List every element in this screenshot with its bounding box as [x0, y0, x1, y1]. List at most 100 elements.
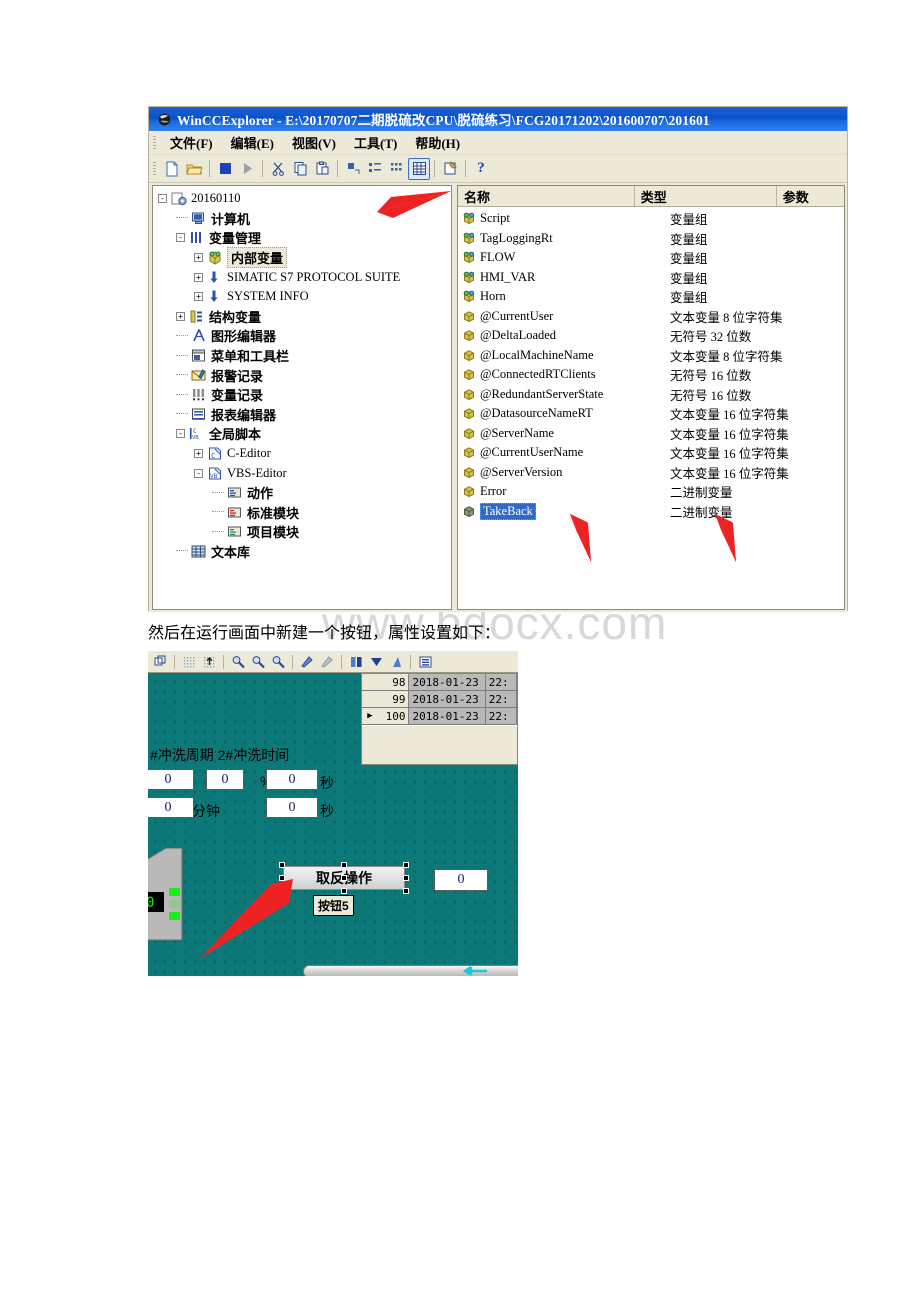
grid-row[interactable]: ▶ 100 2018-01-23 22: — [362, 708, 517, 725]
tree-item-simatic-s7-protocol-suite[interactable]: + SIMATIC S7 PROTOCOL SUITE — [158, 267, 451, 287]
tree-item-20160110[interactable]: - 20160110 — [158, 189, 451, 209]
tree-item--[interactable]: 菜单和工具栏 — [158, 346, 451, 366]
expand-toggle-icon[interactable]: + — [194, 253, 203, 263]
grid-row[interactable]: 99 2018-01-23 22: — [362, 691, 517, 708]
tree-item-vbs-editor[interactable]: - VB VBS-Editor — [158, 463, 451, 483]
object-list-icon[interactable] — [415, 653, 435, 671]
selection-handle[interactable] — [279, 862, 285, 868]
tree-item--[interactable]: 标准模块 — [158, 503, 451, 523]
selection-handle[interactable] — [403, 888, 409, 894]
tree-item--[interactable]: 报表编辑器 — [158, 405, 451, 425]
details-table-icon[interactable] — [408, 157, 430, 180]
cut-scissors-icon[interactable] — [267, 158, 289, 180]
menu-view[interactable]: 视图(V) — [283, 132, 345, 153]
table-row[interactable]: @CurrentUser 文本变量 8 位字符集 — [458, 307, 844, 327]
align-grid-icon[interactable] — [179, 653, 199, 671]
minute-input[interactable]: 0 — [148, 797, 194, 818]
collapse-toggle-icon[interactable]: - — [176, 233, 185, 243]
flush-percent-input[interactable]: 0 — [206, 769, 244, 790]
mirror-icon[interactable] — [386, 653, 406, 671]
flip-vertical-icon[interactable] — [366, 653, 386, 671]
selection-handle[interactable] — [279, 875, 285, 881]
tree-item--[interactable]: 动作 — [158, 483, 451, 503]
small-icons-icon[interactable] — [364, 158, 386, 180]
paste-icon[interactable] — [311, 158, 333, 180]
expand-toggle-icon[interactable]: + — [176, 311, 185, 321]
tree-item--[interactable]: + 结构变量 — [158, 307, 451, 327]
table-row[interactable]: @ServerName 文本变量 16 位字符集 — [458, 424, 844, 444]
tree-item-c-editor[interactable]: + C C-Editor — [158, 444, 451, 464]
collapse-toggle-icon[interactable]: - — [176, 429, 185, 439]
table-row[interactable]: @CurrentUserName 文本变量 16 位字符集 — [458, 443, 844, 463]
tree-item--[interactable]: - C VB 全局脚本 — [158, 424, 451, 444]
menu-file[interactable]: 文件(F) — [161, 132, 222, 153]
table-row[interactable]: Error 二进制变量 — [458, 482, 844, 502]
rotate-right-icon[interactable] — [317, 653, 337, 671]
menubar-grip[interactable] — [153, 135, 156, 150]
table-row[interactable]: @ServerVersion 文本变量 16 位字符集 — [458, 463, 844, 483]
activate-play-icon[interactable] — [236, 158, 258, 180]
selection-handle[interactable] — [341, 875, 347, 881]
flush-cycle-input[interactable]: 0 — [148, 769, 194, 790]
table-row[interactable]: HMI_VAR 变量组 — [458, 268, 844, 288]
tree-item--[interactable]: 文本库 — [158, 542, 451, 562]
new-document-icon[interactable] — [161, 158, 183, 180]
column-type[interactable]: 类型 — [635, 186, 777, 206]
grid-row[interactable]: 98 2018-01-23 22: — [362, 674, 517, 691]
open-folder-icon[interactable] — [183, 158, 205, 180]
table-row[interactable]: @DeltaLoaded 无符号 32 位数 — [458, 326, 844, 346]
tree-item--[interactable]: + 内部变量 — [158, 247, 451, 269]
column-name[interactable]: 名称 — [458, 186, 635, 206]
stop-square-icon[interactable] — [214, 158, 236, 180]
expand-toggle-icon[interactable]: + — [194, 292, 203, 302]
zoom-out-icon[interactable] — [248, 653, 268, 671]
selection-handle[interactable] — [341, 888, 347, 894]
expand-toggle-icon[interactable]: + — [194, 449, 203, 459]
properties-icon[interactable] — [439, 158, 461, 180]
flip-horizontal-icon[interactable] — [346, 653, 366, 671]
tree-item--[interactable]: 图形编辑器 — [158, 326, 451, 346]
table-row[interactable]: FLOW 变量组 — [458, 248, 844, 268]
table-row[interactable]: Script 变量组 — [458, 209, 844, 229]
menu-help[interactable]: 帮助(H) — [406, 132, 469, 153]
tree-item--[interactable]: 计算机 — [158, 209, 451, 229]
copy-icon[interactable] — [289, 158, 311, 180]
table-row[interactable]: @ConnectedRTClients 无符号 16 位数 — [458, 365, 844, 385]
menu-tools[interactable]: 工具(T) — [345, 132, 406, 153]
alarm-data-grid[interactable]: 98 2018-01-23 22: 99 2018-01-23 22: ▶ 100 2018-0… — [361, 673, 518, 765]
tag-list-panel[interactable]: 名称 类型 参数 Script 变量组 TagLoggingRt 变量组 FLOW 变量组… — [457, 185, 845, 610]
toolbar-grip[interactable] — [153, 161, 156, 176]
table-row[interactable]: Horn 变量组 — [458, 287, 844, 307]
column-param[interactable]: 参数 — [777, 186, 844, 206]
second-input[interactable]: 0 — [266, 797, 318, 818]
zoom-area-icon[interactable] — [268, 653, 288, 671]
help-question-icon[interactable]: ? — [470, 158, 492, 180]
selection-handle[interactable] — [403, 862, 409, 868]
collapse-toggle-icon[interactable]: - — [194, 468, 203, 478]
project-tree[interactable]: - 20160110 计算机 - 变量管理 + 内部变量 + SIMATIC S7 PROTOC… — [152, 185, 452, 610]
flush-time-input[interactable]: 0 — [266, 769, 318, 790]
tree-item--[interactable]: 项目模块 — [158, 522, 451, 542]
table-row[interactable]: @RedundantServerState 无符号 16 位数 — [458, 385, 844, 405]
tree-item--[interactable]: 报警记录 — [158, 365, 451, 385]
selection-handle[interactable] — [403, 875, 409, 881]
selection-handle[interactable] — [279, 888, 285, 894]
tree-item-system-info[interactable]: + SYSTEM INFO — [158, 287, 451, 307]
large-icons-icon[interactable] — [342, 158, 364, 180]
list-icon[interactable] — [386, 158, 408, 180]
zoom-in-icon[interactable] — [228, 653, 248, 671]
table-row[interactable]: @LocalMachineName 文本变量 8 位字符集 — [458, 346, 844, 366]
menu-edit[interactable]: 编辑(E) — [222, 132, 283, 153]
table-row[interactable]: @DatasourceNameRT 文本变量 16 位字符集 — [458, 404, 844, 424]
rotate-left-icon[interactable] — [297, 653, 317, 671]
collapse-toggle-icon[interactable]: - — [158, 194, 167, 204]
snap-to-grid-icon[interactable] — [199, 653, 219, 671]
tree-item--[interactable]: - 变量管理 — [158, 228, 451, 248]
table-row[interactable]: TagLoggingRt 变量组 — [458, 229, 844, 249]
duplicate-icon[interactable] — [150, 653, 170, 671]
table-row[interactable]: TakeBack 二进制变量 — [458, 502, 844, 522]
runtime-canvas[interactable]: 98 2018-01-23 22: 99 2018-01-23 22: ▶ 100 2018-0… — [148, 673, 518, 976]
takeback-value-field[interactable]: 0 — [434, 869, 488, 891]
tree-item--[interactable]: 变量记录 — [158, 385, 451, 405]
selection-handle[interactable] — [341, 862, 347, 868]
